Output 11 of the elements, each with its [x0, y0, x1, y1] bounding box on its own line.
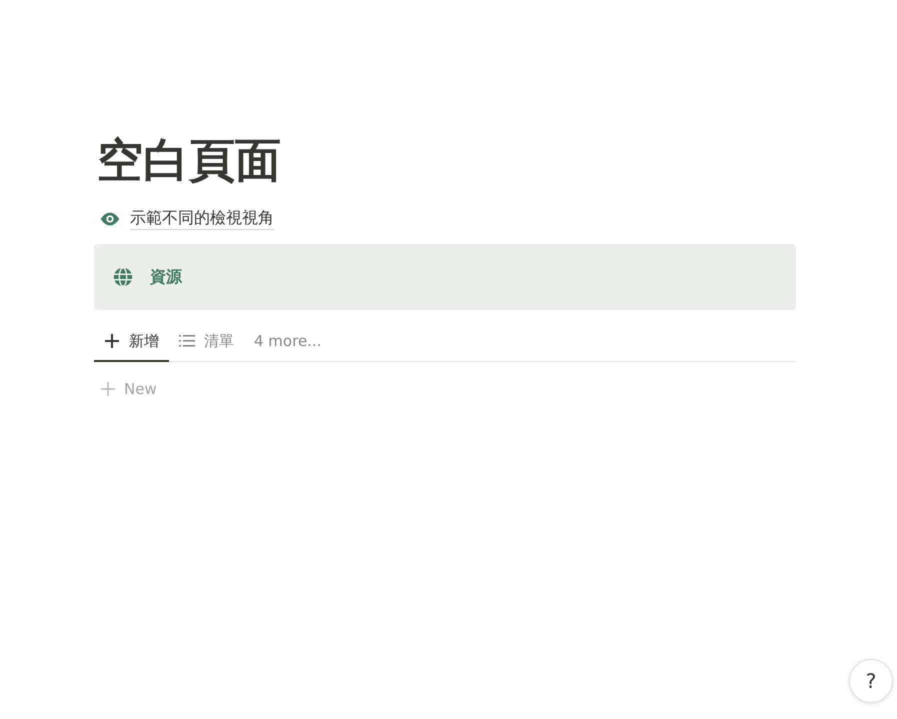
view-tab[interactable]: 清單: [169, 322, 244, 362]
more-views-button[interactable]: 4 more...: [244, 322, 332, 362]
help-button[interactable]: ?: [849, 659, 893, 703]
callout-text: 資源: [150, 266, 182, 288]
page-title: 空白頁面: [97, 132, 282, 189]
plus-icon: [104, 333, 120, 349]
page-link[interactable]: 示範不同的檢視視角: [130, 207, 274, 230]
plus-icon: [100, 381, 116, 397]
list-icon: [179, 333, 195, 349]
globe-icon: [112, 266, 134, 288]
view-tab[interactable]: 新增: [94, 322, 169, 362]
